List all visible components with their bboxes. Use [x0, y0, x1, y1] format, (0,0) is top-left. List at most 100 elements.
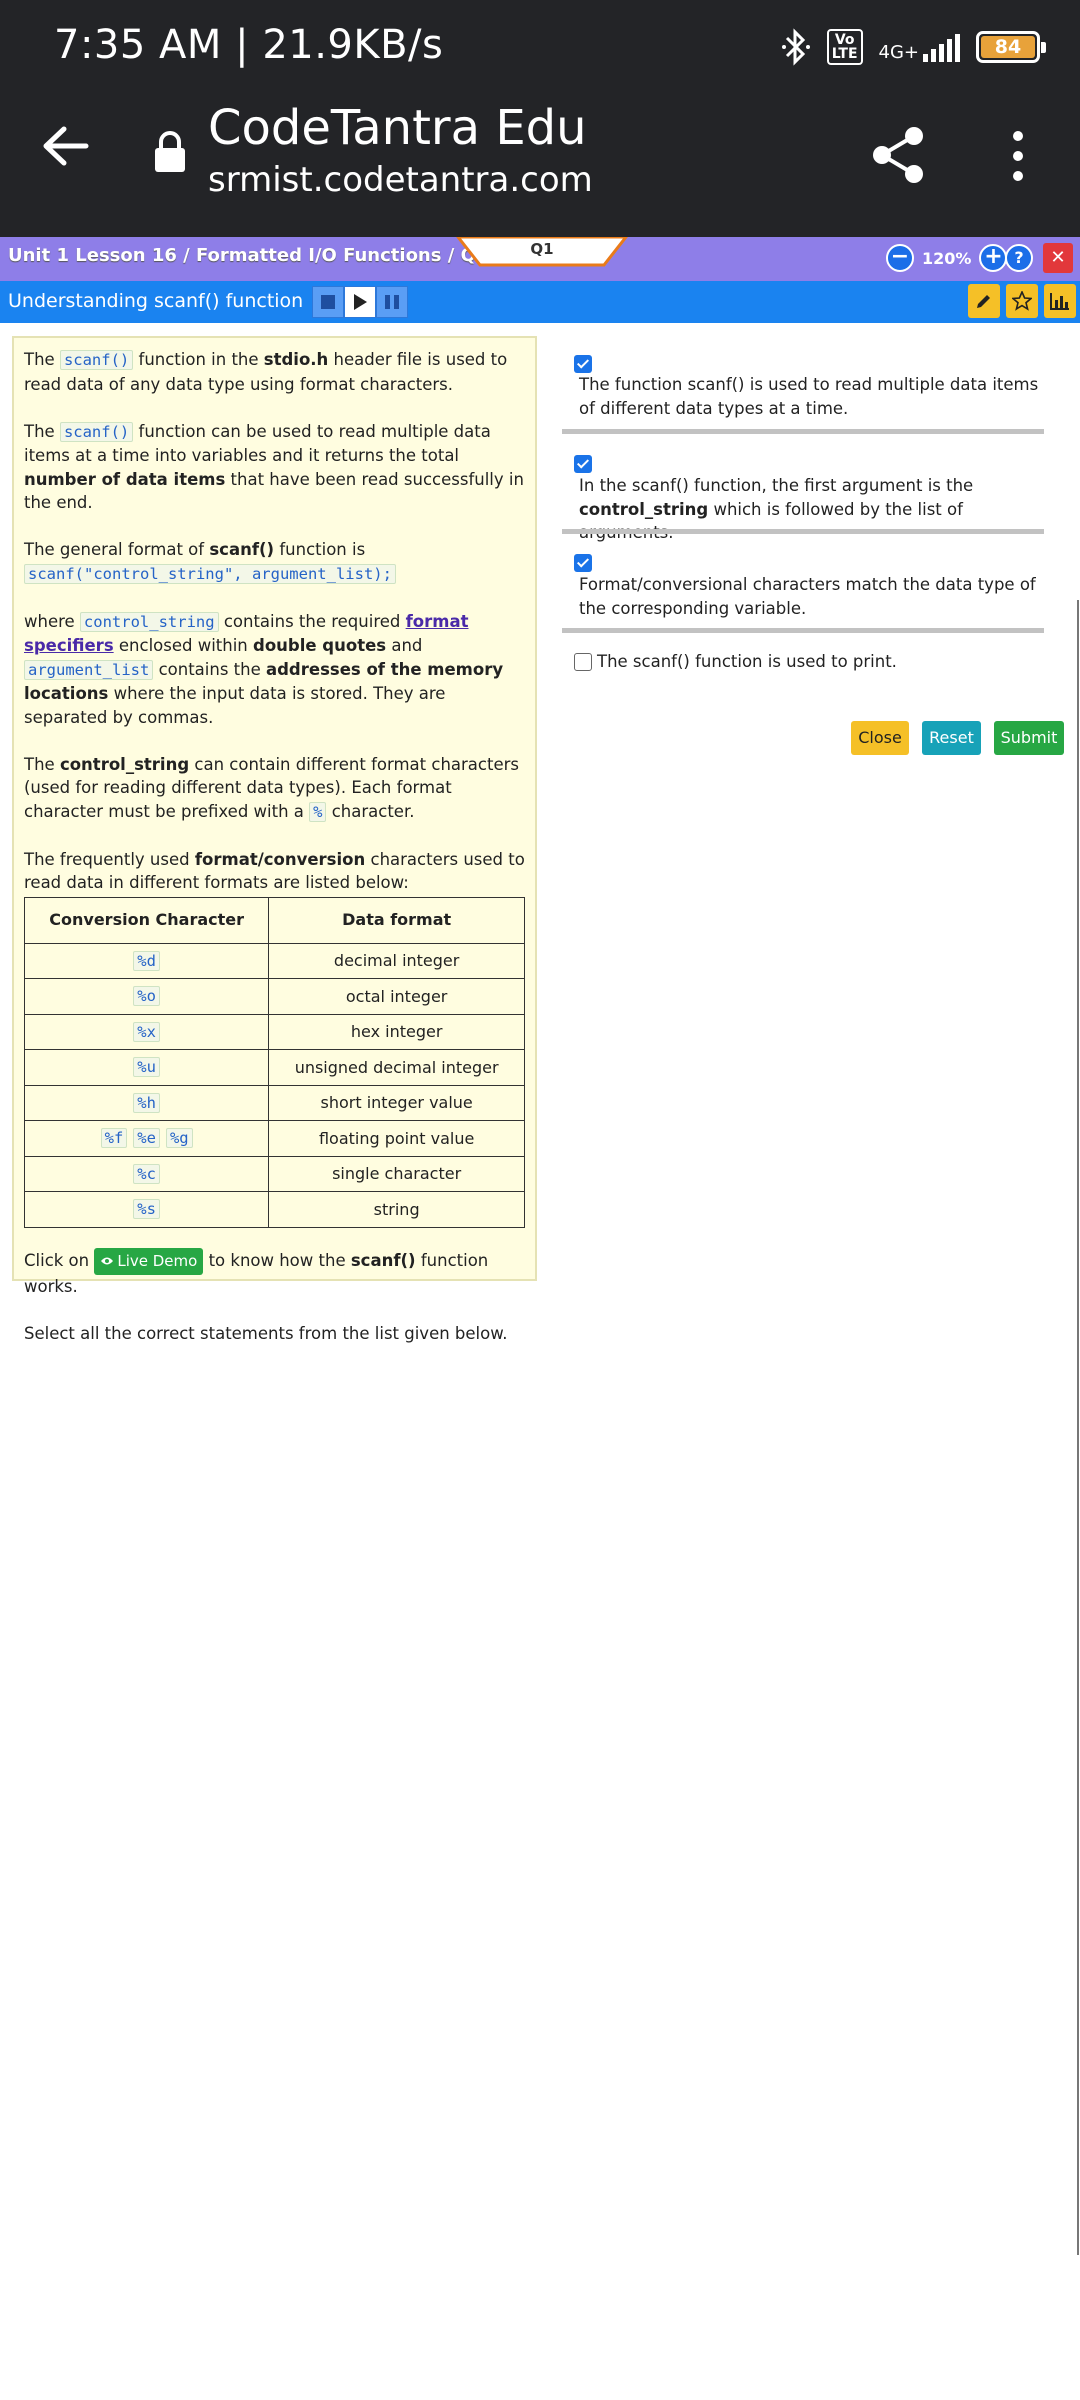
eye-icon — [101, 1257, 114, 1265]
conversion-character-cell: %c — [23, 1155, 270, 1192]
option-2[interactable]: In the scanf() function, the first argum… — [562, 453, 1044, 542]
topic-bar: Understanding scanf() function — [0, 281, 1080, 323]
conversion-character: %o — [133, 986, 160, 1006]
paragraph-general-format: The general format of scanf() function i… — [24, 538, 525, 586]
conversion-character-cell: %u — [23, 1049, 270, 1086]
table-row: %h short integer value — [23, 1084, 525, 1121]
network-type: 4G+ — [878, 42, 919, 63]
conversion-character: %f — [100, 1128, 128, 1148]
stats-button[interactable] — [1044, 284, 1076, 318]
media-controls — [312, 286, 408, 318]
conversion-character-cell: %f %e %g — [23, 1120, 270, 1157]
zoom-level: 120% — [922, 248, 972, 268]
site-url[interactable]: srmist.codetantra.com — [208, 160, 593, 200]
option-divider — [562, 429, 1044, 434]
topic-title: Understanding scanf() function — [8, 290, 304, 312]
data-format-cell: string — [268, 1191, 525, 1228]
help-button[interactable]: ? — [1005, 244, 1033, 272]
option-3-text: Format/conversional characters match the… — [579, 575, 1036, 618]
table-row: %x hex integer — [23, 1013, 525, 1050]
option-1[interactable]: The function scanf() is used to read mul… — [562, 352, 1044, 434]
data-format-cell: hex integer — [268, 1013, 525, 1050]
zoom-in-button[interactable]: + — [979, 244, 1008, 272]
option-1-checkbox[interactable] — [574, 355, 592, 373]
option-3-checkbox[interactable] — [574, 554, 592, 572]
play-button[interactable] — [344, 286, 376, 318]
close-lesson-button[interactable]: ✕ — [1043, 243, 1073, 273]
option-4[interactable]: The scanf() function is used to print. — [562, 650, 1044, 680]
zoom-controls: − 120% + — [886, 244, 1008, 272]
table-header: Conversion Character — [23, 896, 270, 944]
live-demo-button[interactable]: Live Demo — [94, 1247, 204, 1275]
bluetooth-icon — [781, 28, 810, 66]
table-row: %u unsigned decimal integer — [23, 1049, 525, 1086]
table-header: Data format — [268, 896, 525, 944]
paragraph-intro: The scanf() function in the stdio.h head… — [24, 350, 508, 394]
conversion-character: %d — [133, 950, 160, 971]
battery-level: 84 — [981, 36, 1035, 58]
data-format-cell: unsigned decimal integer — [268, 1049, 525, 1086]
browser-chrome: 7:35 AM | 21.9KB/s Vo LTE 4G+ 84 CodeTant… — [0, 0, 1080, 237]
breadcrumb: Unit 1 Lesson 16 / Formatted I/O Functio… — [8, 245, 489, 266]
pencil-icon — [977, 295, 990, 308]
conversion-character-cell: %s — [23, 1191, 270, 1228]
status-icons: Vo LTE 4G+ 84 — [781, 28, 1046, 66]
volte-icon: Vo LTE — [826, 29, 863, 65]
paragraph-format-characters: The control_string can contain different… — [24, 754, 519, 822]
table-row: %f %e %g floating point value — [23, 1120, 525, 1157]
conversion-table: Conversion Character Data format %d decim… — [23, 896, 525, 1228]
data-format-cell: single character — [268, 1155, 525, 1192]
table-row: %c single character — [23, 1155, 525, 1192]
option-4-checkbox[interactable] — [574, 653, 592, 671]
table-row: %s string — [23, 1191, 525, 1228]
conversion-character-cell: %h — [23, 1084, 270, 1121]
paragraph-instruction: Select all the correct statements from t… — [24, 1324, 508, 1343]
conversion-character: %s — [133, 1199, 160, 1219]
conversion-character: %e — [133, 1128, 160, 1148]
bar-chart-icon — [1050, 293, 1069, 310]
option-2-checkbox[interactable] — [574, 455, 592, 473]
site-title: CodeTantra Edu — [208, 100, 587, 156]
star-icon — [1012, 291, 1032, 311]
signal-icon — [923, 32, 960, 62]
back-arrow-icon[interactable] — [42, 126, 90, 166]
edit-button[interactable] — [968, 284, 1000, 318]
table-row: %d decimal integer — [23, 942, 525, 979]
conversion-character: %x — [133, 1021, 160, 1042]
share-icon[interactable] — [870, 126, 926, 184]
option-divider — [562, 529, 1044, 534]
more-options-icon[interactable] — [1008, 130, 1028, 182]
data-format-cell: decimal integer — [268, 942, 525, 979]
conversion-character-cell: %o — [23, 978, 270, 1015]
paragraph-control-string: where control_string contains the requir… — [24, 611, 504, 727]
submit-button[interactable]: Submit — [994, 721, 1064, 755]
data-format-cell: floating point value — [268, 1120, 525, 1157]
data-format-cell: short integer value — [268, 1084, 525, 1121]
paragraph-frequently-used: The frequently used format/conversion ch… — [24, 849, 525, 893]
stop-button[interactable] — [312, 286, 344, 318]
stop-icon — [321, 295, 335, 309]
option-3[interactable]: Format/conversional characters match the… — [562, 552, 1044, 634]
pause-button[interactable] — [376, 286, 408, 318]
battery-icon: 84 — [976, 31, 1046, 63]
scrollbar[interactable] — [1077, 600, 1079, 2255]
lock-icon — [155, 131, 185, 172]
table-row: %o octal integer — [23, 978, 525, 1015]
bookmark-button[interactable] — [1006, 284, 1038, 318]
data-format-cell: octal integer — [268, 978, 525, 1015]
conversion-character: %g — [165, 1128, 193, 1148]
code-general-format: scanf("control_string", argument_list); — [24, 563, 396, 584]
reset-button[interactable]: Reset — [922, 721, 981, 755]
tool-buttons — [968, 284, 1076, 318]
option-1-text: The function scanf() is used to read mul… — [579, 375, 1039, 418]
option-divider — [562, 628, 1044, 633]
lesson-content-panel: The scanf() function in the stdio.h head… — [12, 336, 537, 1343]
option-4-text: The scanf() function is used to print. — [597, 652, 897, 671]
network-indicator: 4G+ — [879, 32, 960, 62]
conversion-character: %c — [133, 1163, 160, 1184]
close-button[interactable]: Close — [851, 721, 909, 755]
conversion-character: %h — [133, 1092, 160, 1113]
code-scanf: scanf() — [59, 421, 134, 442]
zoom-out-button[interactable]: − — [886, 244, 914, 272]
code-scanf: scanf() — [59, 350, 134, 370]
